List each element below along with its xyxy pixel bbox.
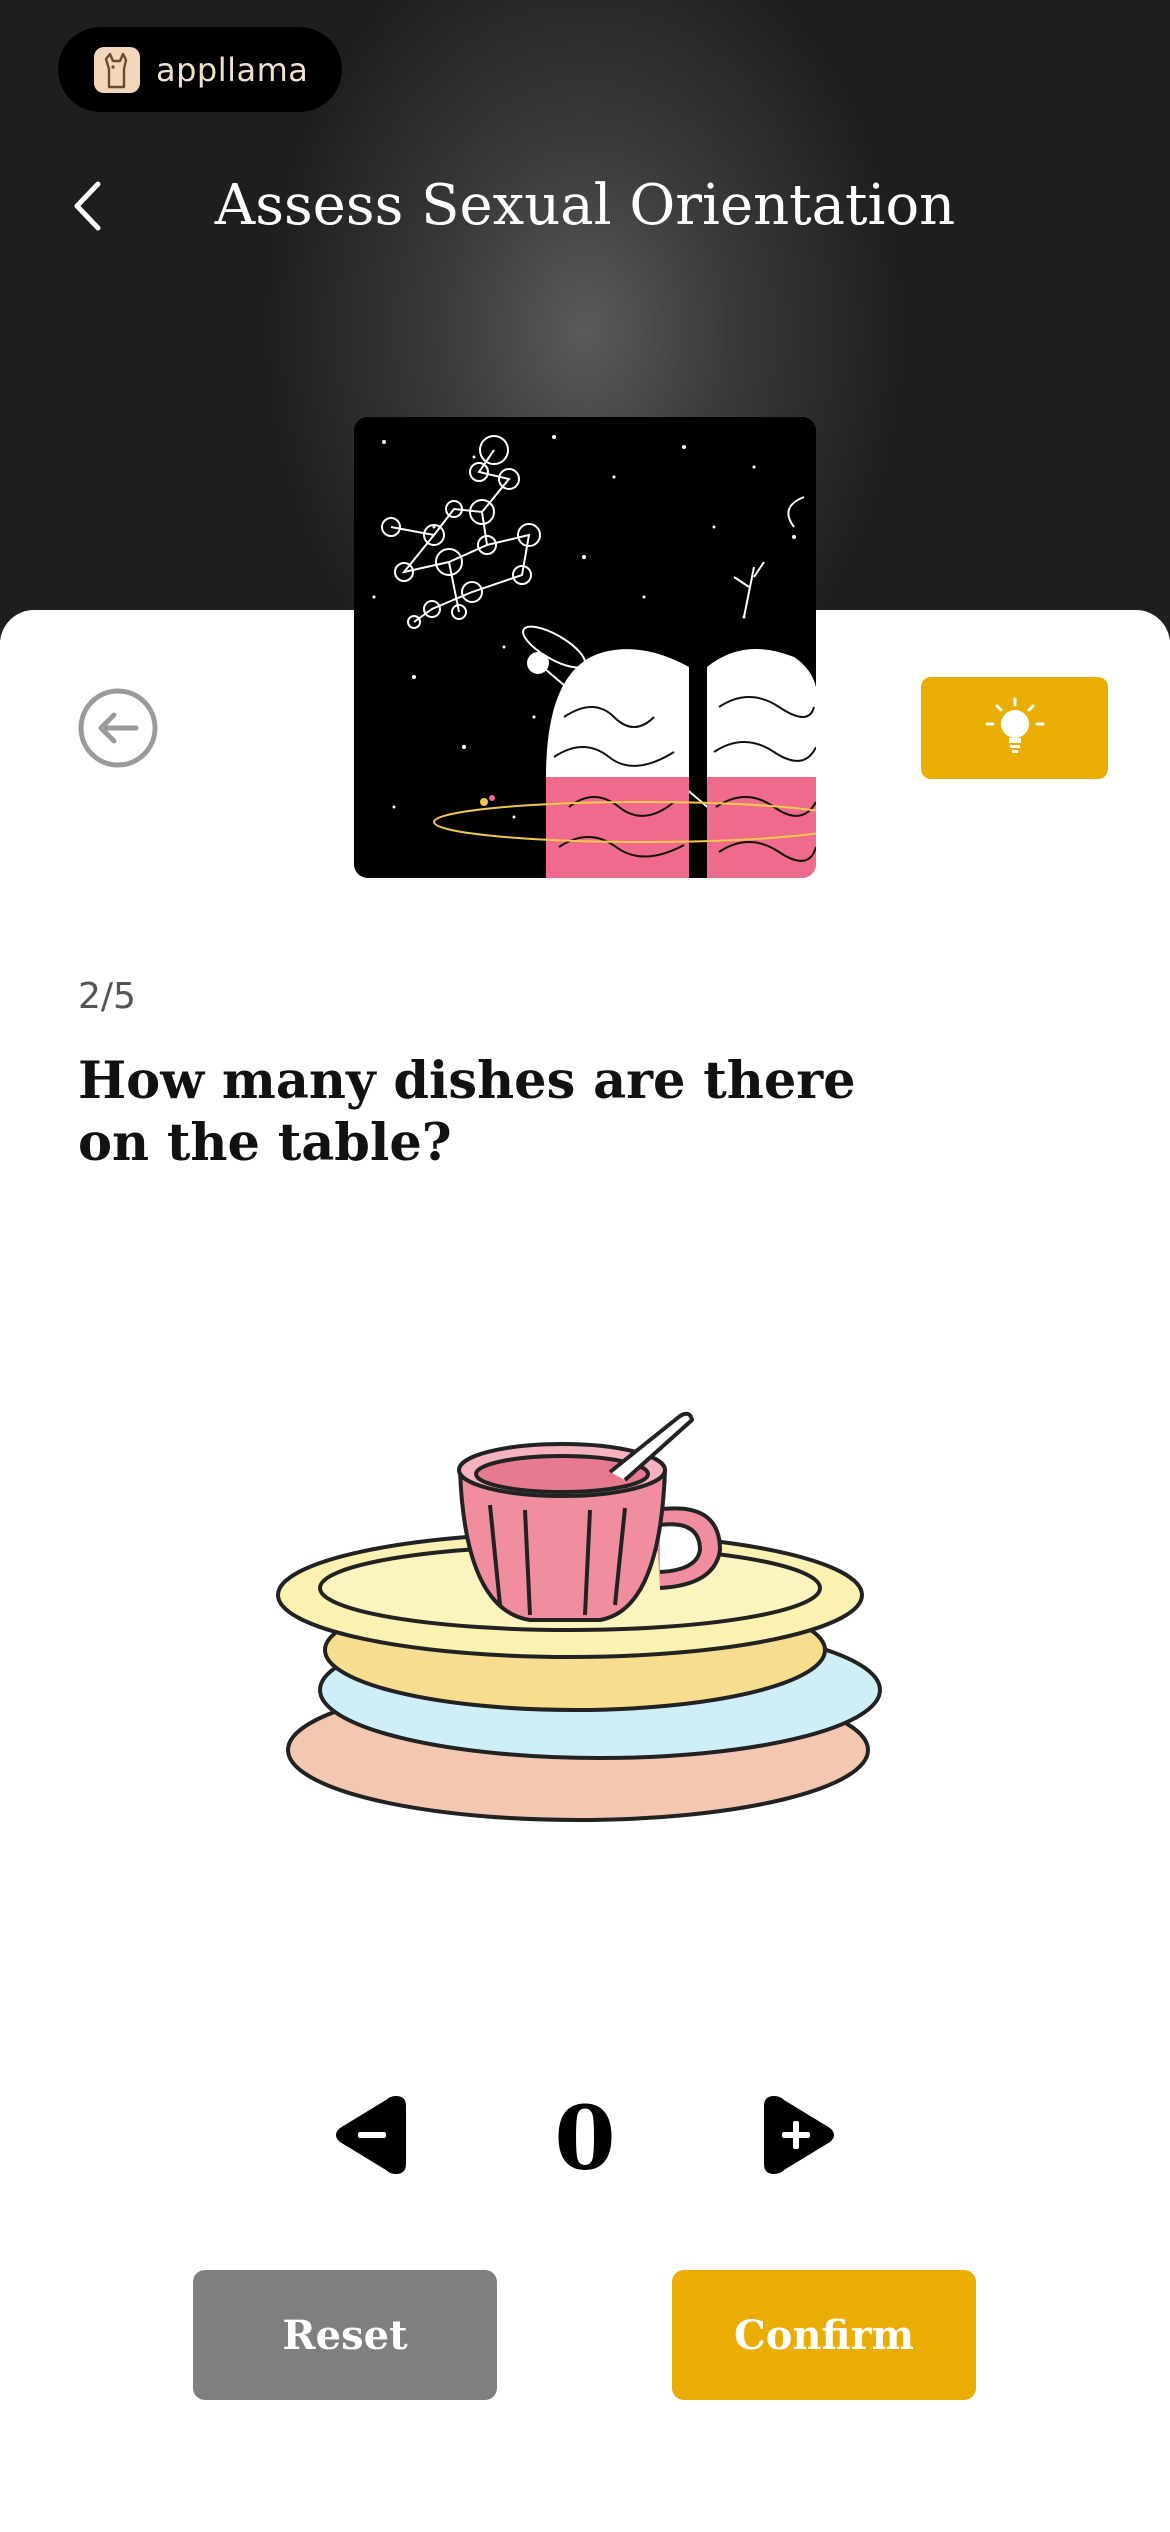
hint-button[interactable] — [921, 677, 1108, 779]
decrement-button[interactable] — [330, 2090, 410, 2180]
quiz-cover-image — [354, 417, 816, 878]
question-text: How many dishes are there on the table? — [78, 1051, 856, 1173]
count-value: 0 — [554, 2086, 616, 2190]
circle-arrow-left-icon — [78, 688, 158, 768]
increment-button[interactable] — [760, 2090, 840, 2180]
plus-triangle-icon — [764, 2096, 834, 2174]
brand-name: appllama — [156, 50, 309, 89]
brand-badge: appllama — [58, 27, 342, 112]
page-title: Assess Sexual Orientation — [214, 173, 956, 238]
question-progress: 2/5 — [78, 976, 136, 1017]
dishes-illustration — [260, 1410, 910, 1850]
llama-logo-icon — [94, 46, 140, 93]
previous-question-button[interactable] — [78, 688, 158, 768]
confirm-button[interactable]: Confirm — [672, 2270, 976, 2400]
reset-button[interactable]: Reset — [193, 2270, 497, 2400]
lightbulb-icon — [985, 697, 1044, 753]
minus-triangle-icon — [336, 2096, 406, 2174]
